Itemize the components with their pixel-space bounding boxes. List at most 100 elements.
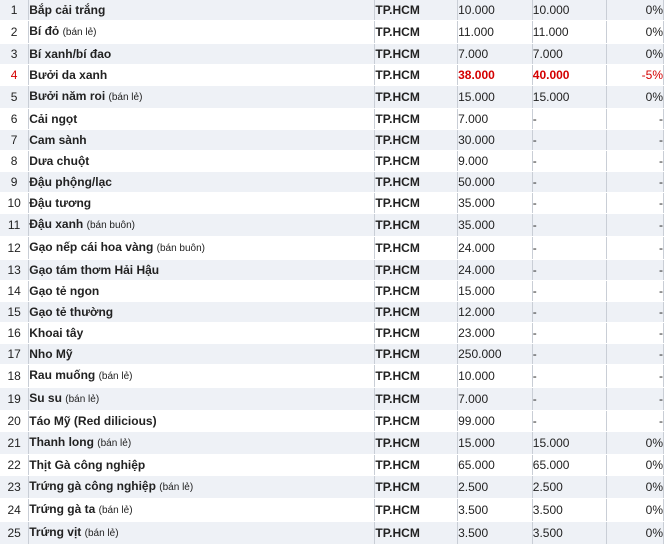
- price-change: -: [606, 171, 664, 193]
- table-row: 12 Gạo nếp cái hoa vàng (bán buôn) TP.HCM 2…: [0, 236, 664, 260]
- price-previous: -: [532, 108, 608, 130]
- price-table-body: 1 Bắp cải trắng TP.HCM 10.000 10.000 0% 2 Bí đỏ…: [0, 0, 664, 545]
- product-name-text: Bí đỏ: [29, 24, 60, 38]
- table-row: 13 Gạo tám thơm Hải Hậu TP.HCM 24.000- -: [0, 259, 664, 281]
- price-previous: 15.000: [532, 431, 608, 455]
- price-change: -: [606, 259, 664, 281]
- row-number: 14: [0, 280, 30, 302]
- row-number: 19: [0, 387, 30, 411]
- product-name-text: Nho Mỹ: [29, 347, 73, 361]
- price-change: 0%: [606, 85, 664, 109]
- location: TP.HCM: [374, 236, 459, 260]
- row-number: 1: [0, 0, 30, 21]
- location: TP.HCM: [374, 64, 459, 86]
- table-row: 14 Gạo tẻ ngon TP.HCM 15.000- -: [0, 280, 664, 302]
- price-current: 35.000: [457, 213, 533, 237]
- table-row: 17 Nho Mỹ TP.HCM 250.000- -: [0, 343, 664, 365]
- product-note: (bán lẻ): [65, 394, 100, 405]
- price-current: 15.000: [457, 431, 533, 455]
- price-change: -: [606, 343, 664, 365]
- price-change: -: [606, 410, 664, 432]
- price-previous: 2.500: [532, 475, 608, 499]
- table-row: 16 Khoai tây TP.HCM 23.000- -: [0, 322, 664, 344]
- product-name-text: Trứng gà ta: [29, 502, 96, 516]
- product-name: Đậu xanh (bán buôn): [28, 213, 376, 237]
- product-name: Bắp cải trắng: [28, 0, 376, 21]
- price-current: 9.000: [457, 150, 533, 172]
- price-change: -: [606, 387, 664, 411]
- product-name: Dưa chuột: [28, 150, 376, 172]
- price-current: 2.500: [457, 475, 533, 499]
- table-row: 22 Thịt Gà công nghiệp TP.HCM 65.000 65.000 0…: [0, 454, 664, 476]
- price-current: 99.000: [457, 410, 533, 432]
- product-name: Thịt Gà công nghiệp: [28, 454, 376, 476]
- product-name-text: Đậu phộng/lạc: [29, 175, 112, 189]
- price-change: -: [606, 364, 664, 388]
- price-previous: -: [532, 171, 608, 193]
- product-name: Su su (bán lẻ): [28, 387, 376, 411]
- product-note: (bán buôn): [86, 220, 135, 231]
- product-name-text: Trứng vịt: [29, 525, 82, 539]
- row-number: 3: [0, 43, 30, 65]
- product-name-text: Táo Mỹ (Red dilicious): [29, 414, 157, 428]
- product-name: Khoai tây: [28, 322, 376, 344]
- location: TP.HCM: [374, 43, 459, 65]
- price-change: 0%: [606, 475, 664, 499]
- price-current: 10.000: [457, 0, 533, 21]
- price-change: -: [606, 129, 664, 151]
- price-previous: -: [532, 192, 608, 214]
- product-name: Cải ngọt: [28, 108, 376, 130]
- location: TP.HCM: [374, 364, 459, 388]
- product-name: Bưởi năm roi (bán lẻ): [28, 85, 376, 109]
- price-current: 15.000: [457, 280, 533, 302]
- price-change: -: [606, 150, 664, 172]
- price-previous: -: [532, 129, 608, 151]
- location: TP.HCM: [374, 431, 459, 455]
- price-change: 0%: [606, 454, 664, 476]
- product-name-text: Đậu xanh: [29, 217, 84, 231]
- price-change: 0%: [606, 0, 664, 21]
- row-number: 25: [0, 521, 30, 545]
- location: TP.HCM: [374, 498, 459, 522]
- price-change: -: [606, 301, 664, 323]
- product-name-text: Thanh long: [29, 435, 94, 449]
- product-name-text: Dưa chuột: [29, 154, 90, 168]
- product-name: Gạo tẻ thường: [28, 301, 376, 323]
- price-previous: -: [532, 150, 608, 172]
- table-row: 7 Cam sành TP.HCM 30.000- -: [0, 129, 664, 151]
- product-name-text: Khoai tây: [29, 326, 84, 340]
- price-current: 3.500: [457, 498, 533, 522]
- table-row: 3 Bí xanh/bí đao TP.HCM 7.000 7.000 0%: [0, 43, 664, 65]
- location: TP.HCM: [374, 454, 459, 476]
- price-current: 7.000: [457, 387, 533, 411]
- row-number: 7: [0, 129, 30, 151]
- price-previous: 11.000: [532, 20, 608, 44]
- table-row: 25 Trứng vịt (bán lẻ) TP.HCM 3.500 3.500 0%: [0, 521, 664, 545]
- row-number: 15: [0, 301, 30, 323]
- price-current: 24.000: [457, 236, 533, 260]
- table-row: 19 Su su (bán lẻ) TP.HCM 7.000- -: [0, 387, 664, 411]
- product-name-text: Thịt Gà công nghiệp: [29, 458, 146, 472]
- price-current: 10.000: [457, 364, 533, 388]
- price-previous: -: [532, 280, 608, 302]
- price-change: -: [606, 236, 664, 260]
- table-row: 6 Cải ngọt TP.HCM 7.000- -: [0, 108, 664, 130]
- row-number: 18: [0, 364, 30, 388]
- product-name: Đậu tương: [28, 192, 376, 214]
- product-name-text: Rau muống: [29, 368, 96, 382]
- product-name: Gạo nếp cái hoa vàng (bán buôn): [28, 236, 376, 260]
- row-number: 2: [0, 20, 30, 44]
- table-row: 21 Thanh long (bán lẻ) TP.HCM 15.000 15.000 0…: [0, 431, 664, 455]
- price-table: 1 Bắp cải trắng TP.HCM 10.000 10.000 0% 2 Bí đỏ…: [0, 0, 664, 545]
- price-previous: -: [532, 410, 608, 432]
- table-row: 1 Bắp cải trắng TP.HCM 10.000 10.000 0%: [0, 0, 664, 21]
- row-number: 11: [0, 213, 30, 237]
- price-current: 11.000: [457, 20, 533, 44]
- price-previous: -: [532, 213, 608, 237]
- product-name: Bưởi da xanh: [28, 64, 376, 86]
- price-previous: -: [532, 343, 608, 365]
- location: TP.HCM: [374, 108, 459, 130]
- product-name: Gạo tẻ ngon: [28, 280, 376, 302]
- product-note: (bán lẻ): [62, 27, 97, 38]
- price-previous: 7.000: [532, 43, 608, 65]
